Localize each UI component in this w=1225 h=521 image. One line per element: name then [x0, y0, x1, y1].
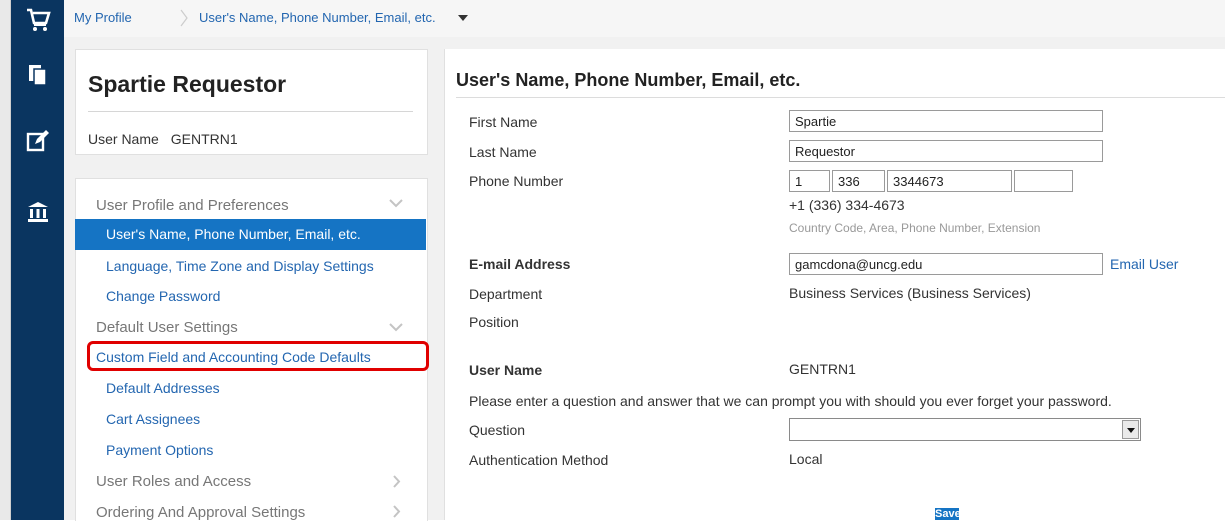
password-prompt-text: Please enter a question and answer that …: [469, 393, 1112, 409]
chevron-down-icon[interactable]: [389, 322, 403, 332]
phone-area-field[interactable]: 336: [832, 170, 885, 192]
breadcrumb-dropdown-icon[interactable]: [458, 15, 468, 21]
nav-item-default-addresses[interactable]: Default Addresses: [106, 380, 220, 396]
page-title: User's Name, Phone Number, Email, etc.: [456, 70, 801, 90]
app-rail: [11, 0, 64, 520]
dropdown-arrow-icon[interactable]: [1122, 420, 1139, 439]
email-user-link[interactable]: Email User: [1110, 256, 1178, 272]
user-name-label: User Name: [469, 362, 543, 378]
divider: [456, 97, 1225, 98]
email-label: E-mail Address: [469, 256, 571, 272]
nav-section-ordering-approval[interactable]: Ordering And Approval Settings: [96, 504, 305, 521]
nav-section-default-settings[interactable]: Default User Settings: [96, 319, 238, 336]
breadcrumb-my-profile[interactable]: My Profile: [74, 10, 132, 25]
last-name-field[interactable]: Requestor: [789, 140, 1103, 162]
question-select[interactable]: [789, 418, 1141, 441]
nav-item-cart-assignees[interactable]: Cart Assignees: [106, 411, 200, 427]
first-name-field[interactable]: Spartie: [789, 110, 1103, 132]
nav-item-users-name[interactable]: User's Name, Phone Number, Email, etc.: [75, 219, 426, 250]
nav-section-user-roles[interactable]: User Roles and Access: [96, 473, 251, 490]
breadcrumb-separator-icon: [180, 9, 188, 27]
department-value: Business Services (Business Services): [789, 285, 1031, 301]
phone-formatted: +1 (336) 334-4673: [789, 197, 905, 213]
nav-item-label: User's Name, Phone Number, Email, etc.: [106, 226, 361, 242]
breadcrumb: My Profile User's Name, Phone Number, Em…: [64, 0, 1225, 37]
position-label: Position: [469, 314, 519, 330]
edit-icon[interactable]: [11, 121, 64, 161]
nav-item-change-password[interactable]: Change Password: [106, 288, 220, 304]
nav-item-language[interactable]: Language, Time Zone and Display Settings: [106, 258, 374, 274]
chevron-down-icon[interactable]: [389, 198, 403, 208]
breadcrumb-current[interactable]: User's Name, Phone Number, Email, etc.: [199, 10, 436, 25]
window-edge: [0, 0, 11, 520]
chevron-right-icon[interactable]: [393, 475, 401, 488]
cart-icon[interactable]: [11, 0, 64, 40]
phone-hint: Country Code, Area, Phone Number, Extens…: [789, 221, 1041, 235]
first-name-label: First Name: [469, 114, 538, 130]
institution-icon[interactable]: [11, 192, 64, 232]
phone-number-field[interactable]: 3344673: [887, 170, 1012, 192]
last-name-label: Last Name: [469, 144, 537, 160]
phone-label: Phone Number: [469, 173, 564, 189]
divider: [88, 111, 413, 112]
chevron-right-icon[interactable]: [393, 505, 401, 518]
auth-method-value: Local: [789, 451, 823, 467]
username-label: User Name: [88, 131, 159, 147]
user-name-value: GENTRN1: [789, 361, 856, 377]
save-button[interactable]: Save: [935, 508, 959, 520]
department-label: Department: [469, 286, 543, 302]
nav-item-payment-options[interactable]: Payment Options: [106, 442, 213, 458]
auth-method-label: Authentication Method: [469, 452, 609, 468]
profile-name: Spartie Requestor: [88, 71, 287, 97]
phone-country-field[interactable]: 1: [789, 170, 830, 192]
username-value: GENTRN1: [170, 131, 238, 147]
nav-section-user-profile[interactable]: User Profile and Preferences: [96, 197, 289, 214]
username-row: User Name GENTRN1: [88, 131, 250, 147]
phone-extension-field[interactable]: [1014, 170, 1073, 192]
documents-icon[interactable]: [11, 55, 64, 95]
email-field[interactable]: gamcdona@uncg.edu: [789, 253, 1103, 275]
highlight-box: [87, 341, 429, 371]
question-label: Question: [469, 422, 526, 438]
